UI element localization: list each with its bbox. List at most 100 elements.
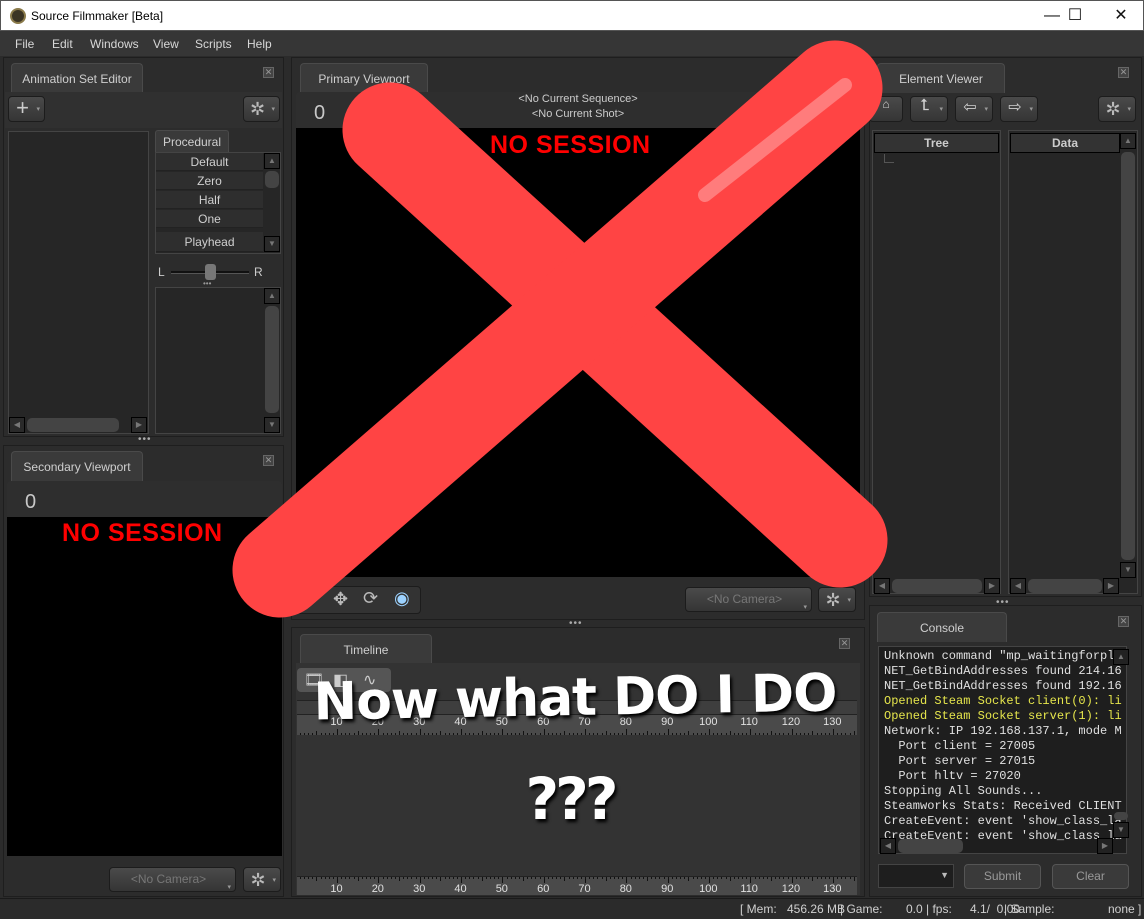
menu-edit[interactable]: Edit bbox=[52, 37, 73, 51]
horizontal-scrollbar-thumb[interactable] bbox=[892, 579, 982, 593]
ruler-tick bbox=[411, 877, 413, 879]
menu-view[interactable]: View bbox=[153, 37, 179, 51]
tab-primary-viewport[interactable]: Primary Viewport bbox=[300, 63, 428, 93]
scroll-left-arrow[interactable]: ◀ bbox=[9, 417, 25, 433]
procedural-item-half[interactable]: Half bbox=[156, 191, 263, 209]
maximize-button[interactable]: ☐ bbox=[1052, 1, 1098, 31]
secondary-viewport-canvas[interactable] bbox=[7, 517, 282, 856]
camera-select[interactable]: <No Camera> ▾ bbox=[109, 867, 236, 892]
menu-bar: File Edit Windows View Scripts Help bbox=[0, 31, 1144, 56]
horizontal-scrollbar-thumb[interactable] bbox=[898, 839, 963, 853]
scroll-up-arrow[interactable]: ▲ bbox=[1120, 133, 1136, 149]
scroll-down-arrow[interactable]: ▼ bbox=[264, 236, 280, 252]
up-arrow-icon: ⮤ bbox=[920, 97, 930, 114]
balance-slider-handle[interactable] bbox=[205, 264, 216, 280]
scroll-up-arrow[interactable]: ▲ bbox=[264, 288, 280, 304]
scroll-right-arrow[interactable]: ▶ bbox=[1097, 838, 1113, 854]
close-icon[interactable]: ✕ bbox=[263, 67, 274, 78]
close-icon[interactable]: ✕ bbox=[839, 638, 850, 649]
console-command-input[interactable]: ▼ bbox=[878, 864, 954, 888]
element-viewer-settings-button[interactable]: ✲ ▾ bbox=[1098, 96, 1136, 122]
forward-button[interactable]: ⇨ ▾ bbox=[1000, 96, 1038, 122]
ruler-tick bbox=[303, 877, 305, 879]
scroll-left-arrow[interactable]: ◀ bbox=[1010, 578, 1026, 594]
clear-button[interactable]: Clear bbox=[1052, 864, 1129, 889]
ruler-tick-label: 60 bbox=[537, 883, 550, 895]
add-animation-set-button[interactable]: + ▾ bbox=[8, 96, 45, 122]
scroll-left-arrow[interactable]: ◀ bbox=[874, 578, 890, 594]
ruler-tick bbox=[804, 733, 806, 735]
scroll-down-arrow[interactable]: ▼ bbox=[1113, 822, 1129, 838]
scroll-left-arrow[interactable]: ◀ bbox=[880, 838, 896, 854]
horizontal-scrollbar-thumb[interactable] bbox=[1028, 579, 1102, 593]
splitter-handle[interactable]: ••• bbox=[138, 434, 152, 445]
ruler-tick bbox=[613, 733, 615, 735]
menu-scripts[interactable]: Scripts bbox=[195, 37, 232, 51]
scroll-up-arrow[interactable]: ▲ bbox=[1113, 649, 1129, 665]
procedural-item-default[interactable]: Default bbox=[156, 153, 263, 171]
procedural-item-playhead[interactable]: Playhead bbox=[156, 232, 263, 252]
back-button[interactable]: ⇦ ▾ bbox=[955, 96, 993, 122]
ruler-tick bbox=[403, 733, 405, 735]
ruler-tick bbox=[589, 733, 591, 735]
ruler-tick bbox=[729, 877, 731, 881]
vertical-scrollbar-thumb[interactable] bbox=[265, 171, 279, 188]
tab-procedural[interactable]: Procedural bbox=[155, 130, 229, 152]
viewport-settings-button[interactable]: ✲ ▾ bbox=[818, 587, 856, 612]
rotate-icon[interactable]: ⟳ bbox=[363, 588, 378, 609]
menu-windows[interactable]: Windows bbox=[90, 37, 139, 51]
scroll-down-arrow[interactable]: ▼ bbox=[264, 417, 280, 433]
scroll-down-arrow[interactable]: ▼ bbox=[1120, 562, 1136, 578]
horizontal-scrollbar-thumb[interactable] bbox=[27, 418, 119, 432]
timeline-bottom-ruler[interactable]: 10 20 30 40 50 60 70 80 90 100 110 120 130 bbox=[297, 876, 857, 895]
parent-button[interactable]: ⮤ ▾ bbox=[910, 96, 948, 122]
ase-settings-button[interactable]: ✲ ▾ bbox=[243, 96, 280, 122]
primary-viewport-canvas[interactable] bbox=[296, 128, 860, 577]
home-button[interactable]: ⌂ bbox=[869, 96, 903, 122]
tab-console[interactable]: Console bbox=[877, 612, 1007, 642]
submit-button[interactable]: Submit bbox=[964, 864, 1041, 889]
close-icon[interactable]: ✕ bbox=[1118, 616, 1129, 627]
vertical-scrollbar-thumb[interactable] bbox=[265, 306, 279, 413]
ruler-tick bbox=[692, 733, 694, 735]
menu-file[interactable]: File bbox=[15, 37, 34, 51]
procedural-item-one[interactable]: One bbox=[156, 210, 263, 228]
close-icon[interactable]: ✕ bbox=[263, 455, 274, 466]
viewport-settings-button[interactable]: ✲ ▾ bbox=[243, 867, 281, 892]
move-icon[interactable]: ✥ bbox=[333, 589, 348, 610]
chevron-down-icon[interactable]: ▼ bbox=[940, 870, 949, 880]
tree-column-header[interactable]: Tree bbox=[874, 133, 999, 153]
ruler-tick bbox=[688, 731, 690, 735]
data-pane[interactable] bbox=[1008, 130, 1138, 594]
ruler-tick bbox=[477, 733, 479, 735]
ruler-tick bbox=[589, 877, 591, 879]
camera-select[interactable]: <No Camera> ▾ bbox=[685, 587, 812, 612]
ruler-tick bbox=[390, 877, 392, 879]
console-output[interactable]: Unknown command "mp_waitingforpla NET_Get… bbox=[878, 646, 1127, 854]
target-icon[interactable]: ◉ bbox=[394, 588, 410, 609]
scroll-right-arrow[interactable]: ▶ bbox=[984, 578, 1000, 594]
tab-animation-set-editor[interactable]: Animation Set Editor bbox=[11, 63, 143, 93]
ruler-tick bbox=[808, 877, 810, 879]
ruler-tick bbox=[700, 877, 702, 879]
scroll-right-arrow[interactable]: ▶ bbox=[131, 417, 147, 433]
tree-pane[interactable] bbox=[872, 130, 1001, 594]
procedural-item-zero[interactable]: Zero bbox=[156, 172, 263, 190]
close-icon[interactable]: ✕ bbox=[1118, 67, 1129, 78]
tab-secondary-viewport[interactable]: Secondary Viewport bbox=[11, 451, 143, 481]
ruler-tick bbox=[841, 877, 843, 879]
ruler-tick bbox=[320, 733, 322, 735]
menu-help[interactable]: Help bbox=[247, 37, 272, 51]
tab-timeline[interactable]: Timeline bbox=[300, 634, 432, 664]
ruler-tick-label: 40 bbox=[454, 883, 467, 895]
vertical-scrollbar-thumb[interactable] bbox=[1114, 812, 1128, 820]
animation-set-list[interactable] bbox=[8, 131, 149, 434]
tab-element-viewer[interactable]: Element Viewer bbox=[877, 63, 1005, 93]
vertical-scrollbar-thumb[interactable] bbox=[1121, 152, 1135, 560]
data-column-header[interactable]: Data bbox=[1010, 133, 1120, 153]
ruler-tick bbox=[845, 877, 847, 879]
close-button[interactable]: ✕ bbox=[1098, 1, 1144, 31]
scroll-right-arrow[interactable]: ▶ bbox=[1103, 578, 1119, 594]
ruler-tick bbox=[580, 877, 582, 879]
scroll-up-arrow[interactable]: ▲ bbox=[264, 153, 280, 169]
